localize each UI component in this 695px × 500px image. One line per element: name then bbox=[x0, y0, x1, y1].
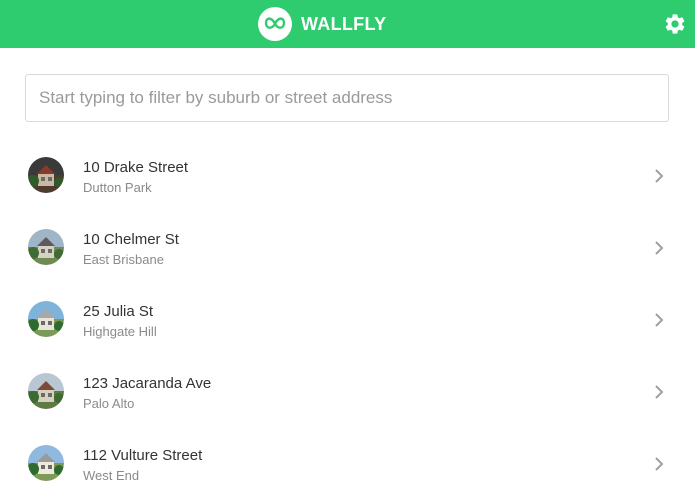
chevron-right-icon bbox=[653, 241, 665, 255]
app-header: WALLFLY bbox=[0, 0, 695, 48]
property-row[interactable]: 10 Chelmer St East Brisbane bbox=[0, 212, 695, 284]
chevron-right-icon bbox=[653, 169, 665, 183]
property-list: 10 Drake Street Dutton Park 10 Chelmer S… bbox=[0, 140, 695, 500]
property-photo bbox=[28, 157, 64, 193]
property-street: 112 Vulture Street bbox=[83, 447, 203, 464]
property-suburb: Highgate Hill bbox=[83, 324, 157, 339]
chevron-right-icon bbox=[653, 385, 665, 399]
property-suburb: West End bbox=[83, 468, 140, 483]
wallfly-logo-icon bbox=[258, 7, 292, 41]
property-street: 10 Chelmer St bbox=[83, 231, 179, 248]
gear-icon[interactable] bbox=[663, 12, 687, 36]
property-suburb: Palo Alto bbox=[83, 396, 135, 411]
property-row[interactable]: 25 Julia St Highgate Hill bbox=[0, 284, 695, 356]
property-row[interactable]: 112 Vulture Street West End bbox=[0, 428, 695, 500]
property-row[interactable]: 123 Jacaranda Ave Palo Alto bbox=[0, 356, 695, 428]
brand-name: WALLFLY bbox=[301, 13, 387, 34]
property-photo bbox=[28, 301, 64, 337]
property-suburb: Dutton Park bbox=[83, 180, 152, 195]
search-input[interactable] bbox=[25, 74, 669, 122]
brand[interactable]: WALLFLY bbox=[258, 6, 386, 42]
property-street: 25 Julia St bbox=[83, 303, 154, 320]
property-photo bbox=[28, 445, 64, 481]
property-row[interactable]: 10 Drake Street Dutton Park bbox=[0, 140, 695, 212]
search-box bbox=[25, 74, 669, 122]
property-photo bbox=[28, 229, 64, 265]
property-suburb: East Brisbane bbox=[83, 252, 164, 267]
chevron-right-icon bbox=[653, 313, 665, 327]
chevron-right-icon bbox=[653, 457, 665, 471]
property-street: 10 Drake Street bbox=[83, 159, 189, 176]
property-photo bbox=[28, 373, 64, 409]
property-street: 123 Jacaranda Ave bbox=[83, 375, 212, 392]
